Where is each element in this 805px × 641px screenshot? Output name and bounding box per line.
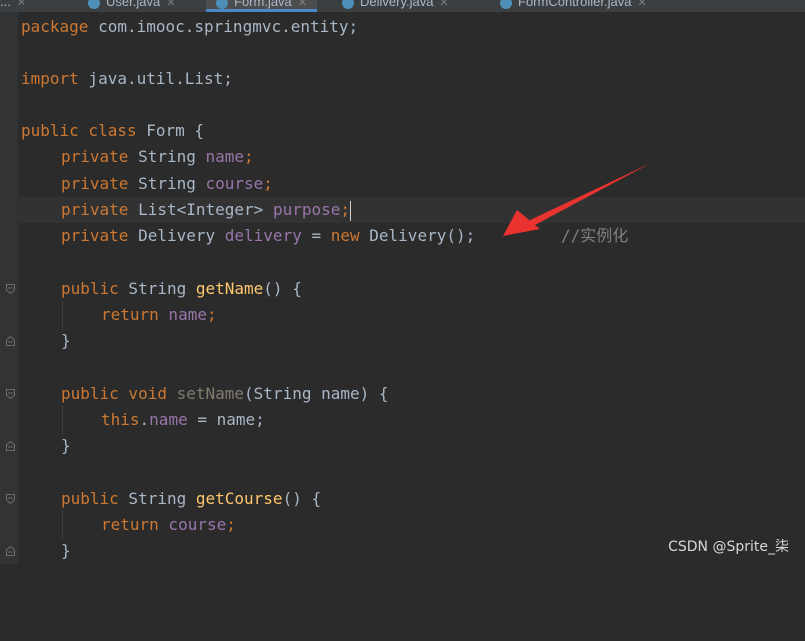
annotation-arrow-icon [503,163,651,236]
watermark: CSDN @Sprite_柒 [668,539,789,555]
